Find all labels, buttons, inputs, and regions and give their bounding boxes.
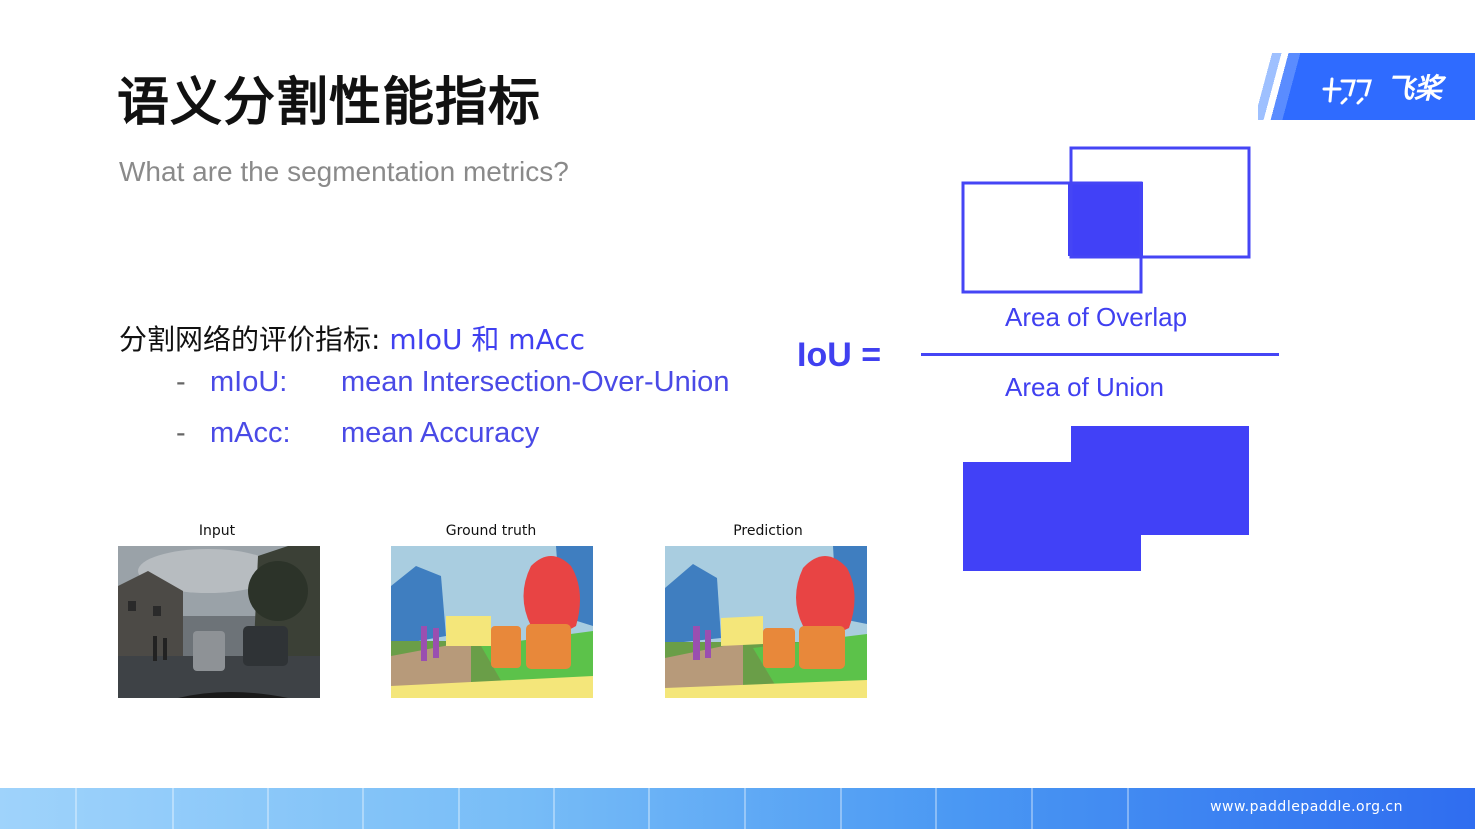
paddle-logo: 飞桨 [1258, 53, 1475, 120]
iou-denominator: Area of Union [1005, 372, 1164, 402]
panel-label-ground-truth: Ground truth [445, 523, 537, 539]
footer-divider [840, 788, 842, 829]
footer-url: www.paddlepaddle.org.cn [1210, 799, 1403, 815]
iou-numerator: Area of Overlap [1005, 302, 1188, 332]
metric-abbr: mIoU: [210, 366, 288, 398]
footer-divider [362, 788, 364, 829]
prediction-image [665, 546, 867, 698]
footer-divider [172, 788, 174, 829]
metrics-heading-highlight: mIoU 和 mAcc [389, 323, 586, 356]
fraction-line [921, 353, 1279, 356]
overlap-diagram [961, 146, 1251, 294]
panel-label-prediction: Prediction [733, 523, 803, 539]
footer-divider [1031, 788, 1033, 829]
slide-title: 语义分割性能指标 [117, 73, 542, 133]
footer-divider [1127, 788, 1129, 829]
footer-bar: www.paddlepaddle.org.cn [0, 788, 1475, 829]
paddle-logo-icon [1322, 77, 1372, 105]
logo-text: 飞桨 [1386, 72, 1443, 105]
panel-label-input: Input [198, 523, 236, 539]
metrics-heading-prefix: 分割网络的评价指标: [119, 323, 390, 356]
metric-full-name: mean Accuracy [341, 417, 540, 449]
footer-divider [744, 788, 746, 829]
bullet-dash: - [176, 366, 186, 398]
union-diagram [963, 426, 1249, 571]
ground-truth-image [391, 546, 593, 698]
footer-divider [648, 788, 650, 829]
union-box-a [963, 462, 1141, 571]
metric-abbr: mAcc: [210, 417, 291, 449]
metrics-heading: 分割网络的评价指标: mIoU 和 mAcc [119, 318, 585, 358]
footer-divider [553, 788, 555, 829]
input-image [118, 546, 320, 698]
footer-divider [935, 788, 937, 829]
slide-subtitle: What are the segmentation metrics? [119, 156, 569, 187]
overlap-area [1068, 182, 1143, 256]
bullet-dash: - [176, 417, 186, 449]
metric-full-name: mean Intersection-Over-Union [341, 366, 730, 398]
footer-divider [267, 788, 269, 829]
footer-divider [458, 788, 460, 829]
footer-divider [75, 788, 77, 829]
iou-label: IoU = [797, 336, 882, 374]
